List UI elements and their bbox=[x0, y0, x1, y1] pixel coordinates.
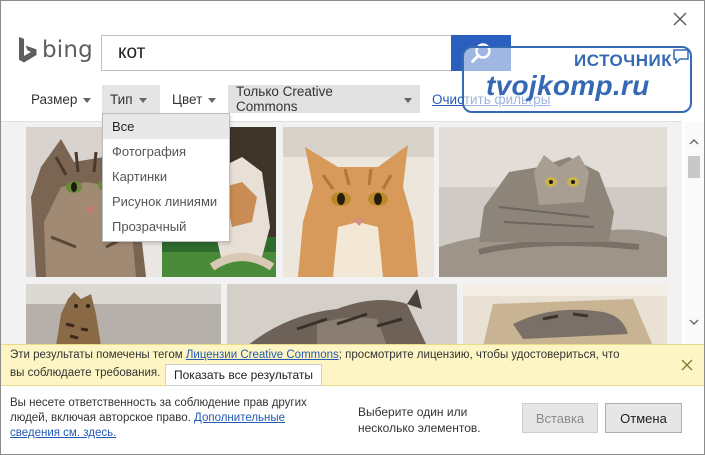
image-result[interactable] bbox=[439, 127, 667, 277]
image-result[interactable] bbox=[227, 284, 457, 346]
insert-button[interactable]: Вставка bbox=[522, 403, 598, 433]
type-option-all[interactable]: Все bbox=[103, 114, 229, 139]
notice-text: Эти результаты помечены тегом Лицензии C… bbox=[10, 349, 620, 361]
results-scrollbar[interactable] bbox=[684, 122, 704, 344]
notice-suffix: ; просмотрите лицензию, чтобы удостовери… bbox=[338, 349, 620, 361]
filter-type[interactable]: Тип bbox=[102, 85, 160, 113]
cancel-button[interactable]: Отмена bbox=[605, 403, 682, 433]
chevron-up-icon bbox=[689, 139, 699, 145]
image-result[interactable] bbox=[463, 284, 667, 346]
type-option-photo[interactable]: Фотография bbox=[103, 139, 229, 164]
filter-size[interactable]: Размер bbox=[23, 85, 99, 113]
close-dialog-button[interactable] bbox=[667, 7, 693, 31]
scroll-down-button[interactable] bbox=[688, 316, 700, 328]
type-option-clipart[interactable]: Картинки bbox=[103, 164, 229, 189]
ginger-cat-image bbox=[283, 127, 434, 277]
filter-color[interactable]: Цвет bbox=[164, 85, 224, 113]
tabby-lying-image bbox=[227, 284, 457, 346]
filter-type-label: Тип bbox=[110, 91, 133, 107]
type-dropdown-menu: Все Фотография Картинки Рисунок линиями … bbox=[102, 113, 230, 242]
notice-text-line2: вы соблюдаете требования. bbox=[10, 367, 161, 379]
chevron-down-icon bbox=[208, 97, 217, 103]
manul-cat-image bbox=[439, 127, 667, 277]
filter-size-label: Размер bbox=[31, 91, 78, 107]
search-input[interactable] bbox=[101, 35, 451, 71]
speech-bubble-icon bbox=[673, 49, 689, 64]
chevron-down-icon bbox=[83, 97, 92, 103]
license-link[interactable]: Лицензии Creative Commons bbox=[186, 349, 339, 361]
bengal-cat-image bbox=[26, 284, 221, 346]
filter-color-label: Цвет bbox=[172, 91, 203, 107]
chevron-down-icon bbox=[404, 97, 412, 103]
chevron-down-icon bbox=[138, 97, 147, 103]
bing-b-icon bbox=[19, 37, 37, 63]
license-notice-bar: Эти результаты помечены тегом Лицензии C… bbox=[1, 344, 704, 386]
watermark-label: ИСТОЧНИК bbox=[574, 51, 673, 70]
source-watermark: ИСТОЧНИК tvojkomp.ru bbox=[462, 46, 692, 113]
filter-license-label: Только Creative Commons bbox=[236, 84, 333, 114]
bing-logo: bing bbox=[18, 35, 93, 65]
responsibility-text: Вы несете ответственность за соблюдение … bbox=[10, 396, 330, 441]
show-all-results-button[interactable]: Показать все результаты bbox=[165, 364, 322, 386]
type-option-line-drawing[interactable]: Рисунок линиями bbox=[103, 189, 229, 214]
image-result[interactable] bbox=[26, 284, 221, 346]
type-option-transparent[interactable]: Прозрачный bbox=[103, 214, 229, 239]
logo-text: bing bbox=[42, 37, 93, 63]
cat-in-box-image bbox=[463, 284, 667, 346]
image-result[interactable] bbox=[283, 127, 434, 277]
filter-license[interactable]: Только Creative Commons bbox=[228, 84, 420, 114]
close-icon bbox=[673, 12, 687, 26]
chevron-down-icon bbox=[689, 319, 699, 325]
close-icon[interactable] bbox=[680, 358, 694, 372]
selection-hint: Выберите один или несколько элементов. bbox=[358, 405, 481, 435]
notice-prefix: Эти результаты помечены тегом bbox=[10, 349, 186, 361]
watermark-site: tvojkomp.ru bbox=[486, 70, 650, 101]
scroll-up-button[interactable] bbox=[688, 136, 700, 148]
scroll-thumb[interactable] bbox=[688, 156, 700, 178]
image-search-dialog: bing Размер Тип Цвет Только Creative Com… bbox=[0, 0, 705, 455]
